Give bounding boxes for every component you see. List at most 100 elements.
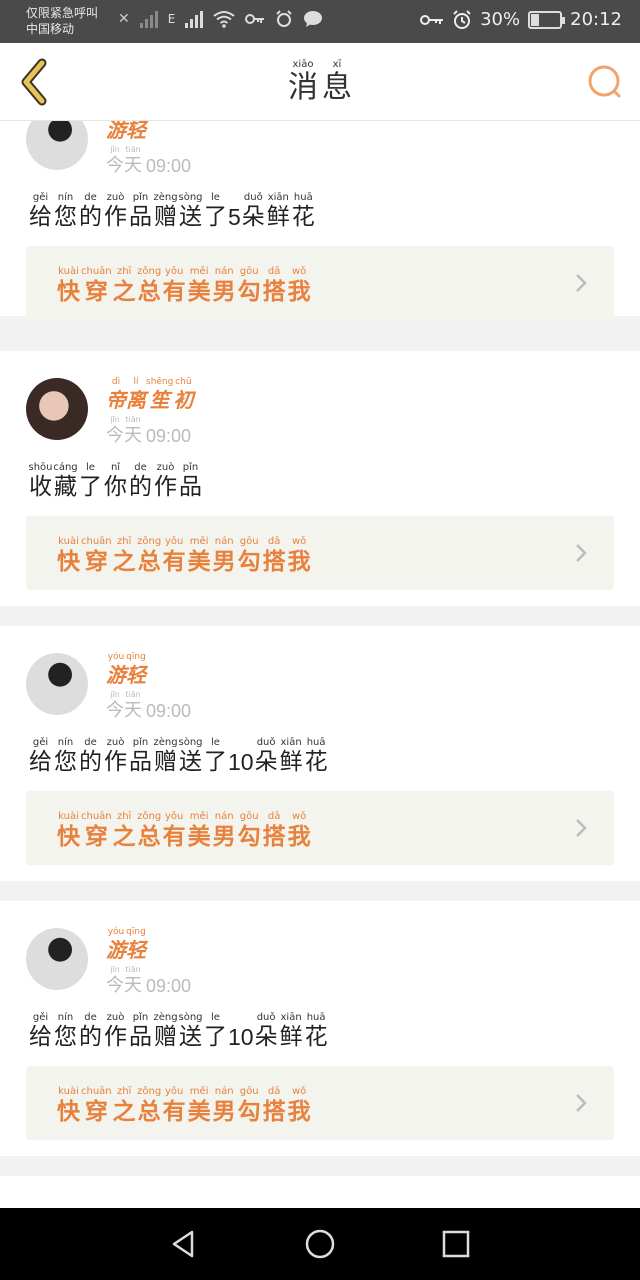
work-pinyin: kuài [58,536,79,547]
message-number: 10 [228,749,254,775]
username-hanzi: 笙 [149,388,170,412]
work-hanzi: 我 [287,1098,311,1125]
avatar[interactable] [26,653,88,715]
work-char: měi 美 [187,266,212,305]
message-hanzi: 了 [79,474,102,500]
circle-home-icon[interactable] [304,1228,336,1260]
work-title: kuài 快 chuān 穿 zhī 之 zǒng 总 yǒu 有 měi 美 nán 男 gōu 勾 dā 搭 w… [56,811,312,850]
message-number: 10 [228,1024,254,1050]
app-header: xiāo 消 xī 息 [0,43,640,121]
date-hanzi: 天 [124,155,142,176]
work-link[interactable]: kuài 快 chuān 穿 zhī 之 zǒng 总 yǒu 有 měi 美 nán 男 gōu 勾 dā 搭 w… [26,246,614,320]
work-pinyin: zhī [116,266,132,277]
work-pinyin: nán [214,536,234,547]
message-hanzi: 你 [104,474,127,500]
username-char: shēng 笙 [146,377,173,412]
message-text: shōu 收 cáng 藏 le 了 nǐ 你 de 的 zuò 作 pǐn 品 [28,462,203,501]
message-hanzi: 送 [179,749,202,775]
message-pinyin: pǐn [132,192,149,203]
message-pinyin: pǐn [182,462,199,473]
message-hanzi: 了 [204,204,227,230]
username-pinyin: dì [111,377,121,387]
message-char: le 了 [78,462,103,501]
chevron-right-icon [576,544,587,562]
date-char: tiān 天 [124,415,142,447]
notification-card[interactable]: yóu 游 qīng 轻 jīn 今 tiān 天 09:00 gěi 给 nín 您 de 的 zuò 作 pǐ… [0,901,640,1156]
message-hanzi: 品 [129,1024,152,1050]
message-hanzi: 品 [129,204,152,230]
work-hanzi: 搭 [262,1098,286,1125]
work-hanzi: 快 [57,823,80,850]
message-pinyin: huā [306,737,326,748]
message-char: huā 花 [304,737,329,776]
date-hanzi: 天 [124,975,142,996]
username-hanzi: 离 [126,388,146,412]
message-char: shōu 收 [28,462,53,501]
message-char: le 了 [203,192,228,231]
work-pinyin: wǒ [291,266,307,277]
message-char: xiān 鲜 [279,1012,304,1051]
work-pinyin: dā [267,1086,281,1097]
notification-card[interactable]: yóu 游 qīng 轻 jīn 今 tiān 天 09:00 gěi 给 nín 您 de 的 zuò 作 pǐ… [0,626,640,881]
message-hanzi: 鲜 [266,204,290,230]
title-hanzi: 消 [288,70,318,105]
avatar[interactable] [26,378,88,440]
message-char: pǐn 品 [128,192,153,231]
notification-card[interactable]: dì 帝 lí 离 shēng 笙 chū 初 jīn 今 tiān 天 09:00 shōu 收 cáng 藏… [0,351,640,606]
work-title: kuài 快 chuān 穿 zhī 之 zǒng 总 yǒu 有 měi 美 nán 男 gōu 勾 dā 搭 w… [56,266,312,305]
username[interactable]: yóu 游 qīng 轻 [106,652,146,687]
title-char: xiāo 消 [286,59,320,105]
search-icon[interactable] [586,63,624,101]
work-pinyin: kuài [58,811,79,822]
date-pinyin: tiān [125,690,141,699]
time-text: 09:00 [146,976,192,996]
square-recents-icon[interactable] [440,1228,472,1260]
date-char: tiān 天 [124,965,142,997]
username-char: lí 离 [126,377,146,412]
message-char: sòng 送 [178,1012,203,1051]
work-char: kuài 快 [56,1086,81,1125]
work-link[interactable]: kuài 快 chuān 穿 zhī 之 zǒng 总 yǒu 有 měi 美 nán 男 gōu 勾 dā 搭 w… [26,516,614,590]
work-pinyin: dā [267,536,281,547]
work-char: wǒ 我 [287,266,312,305]
work-hanzi: 穿 [84,548,108,575]
message-list[interactable]: 游 轻 jīn 今 tiān 天 09:00 gěi 给 nín 您 de 的 zuò 作 pǐn 品 zèng… [0,121,640,1208]
date-char: jīn 今 [106,145,124,177]
work-link[interactable]: kuài 快 chuān 穿 zhī 之 zǒng 总 yǒu 有 měi 美 nán 男 gōu 勾 dā 搭 w… [26,791,614,865]
work-hanzi: 男 [212,548,236,575]
battery-percent: 30% [480,9,521,30]
avatar[interactable] [26,928,88,990]
notification-card-partial[interactable] [0,1176,640,1208]
work-char: zǒng 总 [137,811,162,850]
work-char: wǒ 我 [287,536,312,575]
triangle-back-icon[interactable] [168,1228,200,1260]
work-hanzi: 快 [57,1098,80,1125]
chevron-right-icon [576,1094,587,1112]
work-pinyin: wǒ [291,1086,307,1097]
work-pinyin: zǒng [137,536,162,547]
message-hanzi: 送 [179,1024,202,1050]
message-hanzi: 朵 [241,204,265,230]
work-char: zǒng 总 [137,1086,162,1125]
username[interactable]: 游 轻 [106,121,146,142]
username[interactable]: yóu 游 qīng 轻 [106,927,146,962]
message-char: zèng 赠 [153,737,178,776]
message-pinyin: nǐ [110,462,121,473]
work-pinyin: chuān [81,811,112,822]
username-char: qīng 轻 [126,927,146,962]
work-pinyin: zhī [116,1086,132,1097]
username-pinyin: shēng [146,377,174,387]
message-char: xiān 鲜 [266,192,291,231]
date-char: jīn 今 [106,690,124,722]
message-pinyin: zèng [153,737,178,748]
timestamp: jīn 今 tiān 天 09:00 [106,690,191,722]
message-hanzi: 朵 [254,1024,278,1050]
work-link[interactable]: kuài 快 chuān 穿 zhī 之 zǒng 总 yǒu 有 měi 美 nán 男 gōu 勾 dā 搭 w… [26,1066,614,1140]
message-char: xiān 鲜 [279,737,304,776]
username[interactable]: dì 帝 lí 离 shēng 笙 chū 初 [106,377,193,412]
notification-card[interactable]: 游 轻 jīn 今 tiān 天 09:00 gěi 给 nín 您 de 的 zuò 作 pǐn 品 zèng… [0,121,640,320]
work-pinyin: dā [267,266,281,277]
work-hanzi: 美 [187,1098,211,1125]
avatar[interactable] [26,121,88,170]
date-char: jīn 今 [106,415,124,447]
